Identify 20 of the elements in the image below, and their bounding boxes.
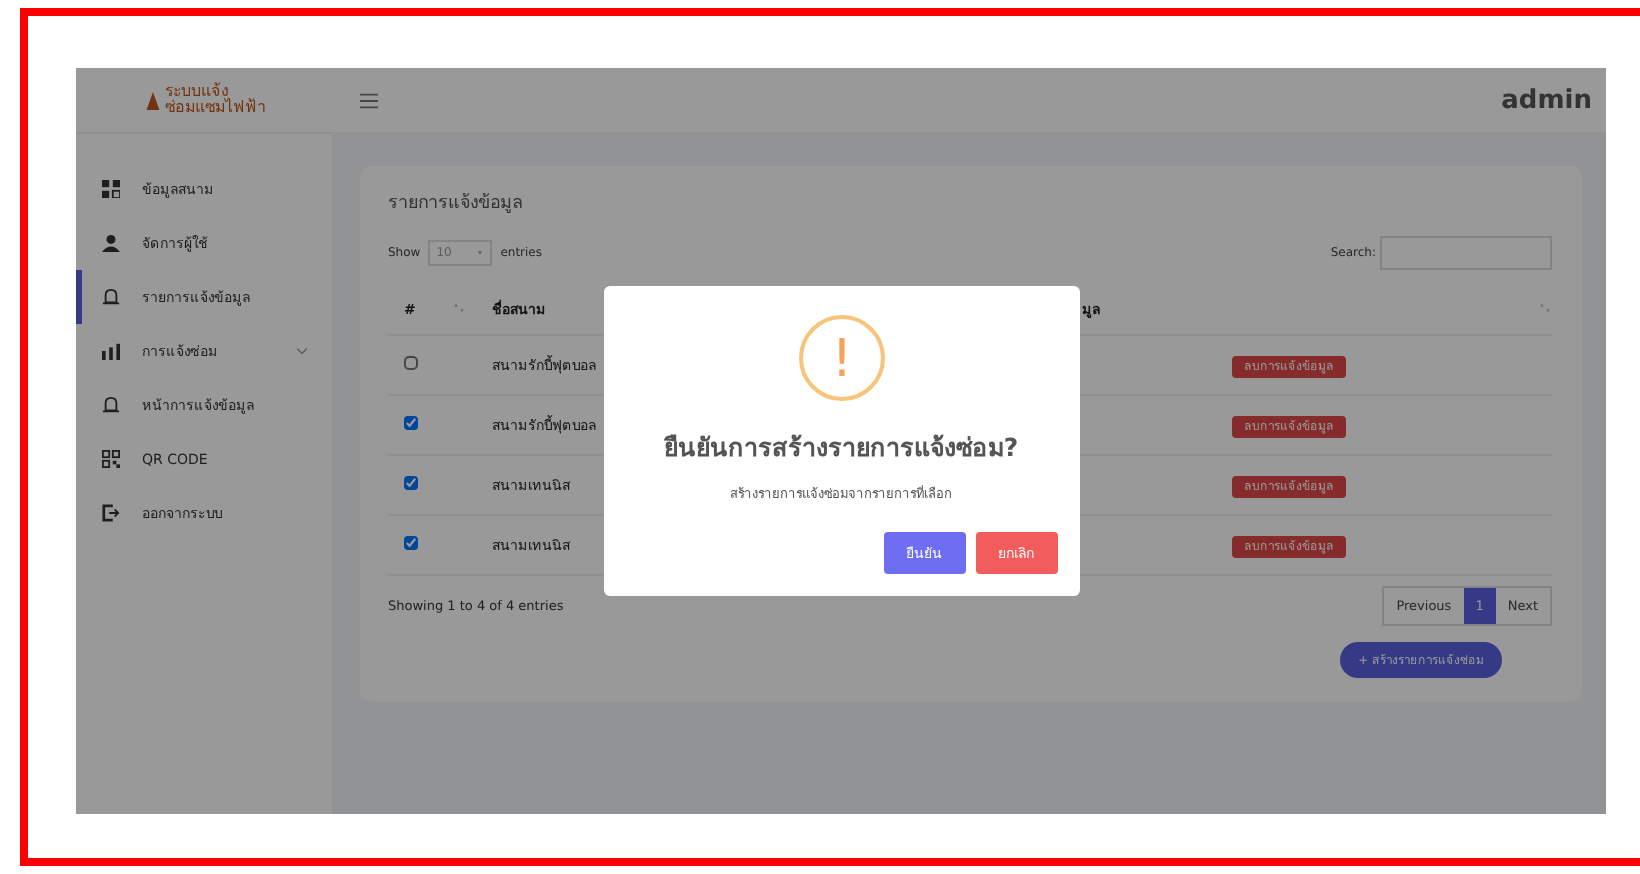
sort-arrows-icon[interactable]	[452, 301, 466, 313]
logo-text: ระบบแจ้ง	[165, 84, 229, 100]
user-name: admin	[1501, 85, 1592, 115]
logo-icon	[143, 91, 161, 109]
bar-chart-icon	[102, 342, 120, 360]
row-checkbox[interactable]	[404, 476, 418, 490]
card-title: รายการแจ้งข้อมูล	[388, 191, 526, 216]
bell-icon	[102, 288, 120, 306]
logout-icon	[102, 504, 120, 522]
logo-text: ซ่อมแซมไฟฟ้า	[165, 100, 265, 116]
bell-icon	[102, 396, 120, 414]
sort-arrows-icon[interactable]	[1538, 301, 1552, 313]
menu-icon[interactable]	[360, 91, 378, 109]
person-icon	[102, 234, 120, 252]
row-checkbox[interactable]	[404, 536, 418, 550]
row-checkbox[interactable]	[404, 416, 418, 430]
grid-icon	[102, 180, 120, 198]
warning-icon: !	[797, 314, 885, 402]
qr-code-icon	[102, 450, 120, 468]
row-checkbox[interactable]	[404, 356, 418, 370]
